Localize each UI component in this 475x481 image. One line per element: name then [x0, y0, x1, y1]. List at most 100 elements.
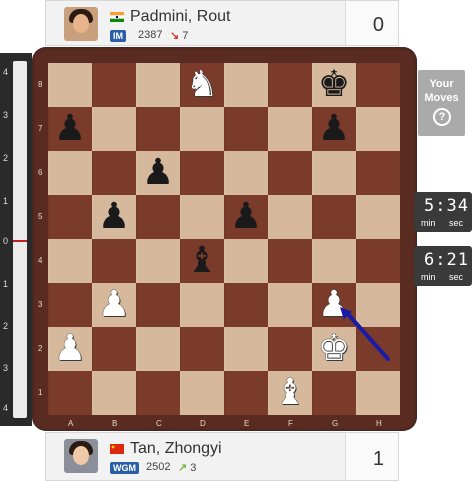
square-g6[interactable]	[312, 151, 356, 195]
top-player-name[interactable]: Padmini, Rout	[130, 8, 231, 26]
eval-label: 4	[3, 403, 9, 413]
square-b7[interactable]	[92, 107, 136, 151]
square-e6[interactable]	[224, 151, 268, 195]
rank-label: 2	[38, 344, 43, 353]
square-h7[interactable]	[356, 107, 400, 151]
square-b4[interactable]	[92, 239, 136, 283]
square-a5[interactable]	[48, 195, 92, 239]
square-f2[interactable]	[268, 327, 312, 371]
square-d2[interactable]	[180, 327, 224, 371]
clock-unit-sec: sec	[449, 272, 464, 282]
eval-label: 0	[3, 236, 9, 246]
square-d7[interactable]	[180, 107, 224, 151]
white-knight-icon[interactable]: ♞	[180, 63, 224, 107]
file-label: E	[244, 419, 250, 428]
white-pawn-icon[interactable]: ♟	[92, 283, 136, 327]
eval-label: 2	[3, 321, 9, 331]
top-player-rating-change: ↘ 7	[170, 30, 189, 42]
square-h4[interactable]	[356, 239, 400, 283]
square-c7[interactable]	[136, 107, 180, 151]
square-h6[interactable]	[356, 151, 400, 195]
square-h1[interactable]	[356, 371, 400, 415]
chess-board[interactable]: ♞ ♚ ♟ ♟ ♟ ♟ ♟ ♝ ♟ ♟ ♟ ♚ ♝	[48, 63, 400, 415]
square-h8[interactable]	[356, 63, 400, 107]
square-d1[interactable]	[180, 371, 224, 415]
rank-label: 8	[38, 80, 43, 89]
file-label: D	[200, 419, 206, 428]
bottom-player-title-badge: WGM	[110, 462, 139, 474]
bottom-player-clock: 6:21 min sec	[414, 246, 472, 286]
white-bishop-icon[interactable]: ♝	[268, 371, 312, 415]
square-c2[interactable]	[136, 327, 180, 371]
clock-unit-min: min	[421, 218, 436, 228]
file-label: B	[112, 419, 118, 428]
file-label: G	[332, 419, 339, 428]
top-player-clock: 5:34 min sec	[414, 192, 472, 232]
rank-label: 7	[38, 124, 43, 133]
your-moves-button[interactable]: Your Moves ?	[418, 70, 465, 136]
rank-label: 1	[38, 388, 43, 397]
square-f5[interactable]	[268, 195, 312, 239]
square-e7[interactable]	[224, 107, 268, 151]
bottom-player-rating-change: ↗ 3	[178, 462, 197, 474]
square-e3[interactable]	[224, 283, 268, 327]
square-c5[interactable]	[136, 195, 180, 239]
square-h2[interactable]	[356, 327, 400, 371]
square-g5[interactable]	[312, 195, 356, 239]
square-g1[interactable]	[312, 371, 356, 415]
eval-label: 1	[3, 279, 9, 289]
bottom-player-name[interactable]: Tan, Zhongyi	[130, 440, 222, 458]
eval-label: 1	[3, 196, 9, 206]
rank-label: 6	[38, 168, 43, 177]
square-a6[interactable]	[48, 151, 92, 195]
black-pawn-icon[interactable]: ♟	[224, 195, 268, 239]
square-f8[interactable]	[268, 63, 312, 107]
black-pawn-icon[interactable]: ♟	[136, 151, 180, 195]
square-a4[interactable]	[48, 239, 92, 283]
square-e1[interactable]	[224, 371, 268, 415]
bottom-player-rating: 2502	[146, 461, 171, 473]
rank-label: 4	[38, 256, 43, 265]
square-d5[interactable]	[180, 195, 224, 239]
square-c8[interactable]	[136, 63, 180, 107]
square-a8[interactable]	[48, 63, 92, 107]
square-f3[interactable]	[268, 283, 312, 327]
square-d6[interactable]	[180, 151, 224, 195]
square-e4[interactable]	[224, 239, 268, 283]
square-e8[interactable]	[224, 63, 268, 107]
clock-time: 5:34	[424, 196, 469, 216]
file-label: H	[376, 419, 382, 428]
square-f4[interactable]	[268, 239, 312, 283]
square-g4[interactable]	[312, 239, 356, 283]
square-c1[interactable]	[136, 371, 180, 415]
square-h3[interactable]	[356, 283, 400, 327]
bottom-player-avatar	[64, 439, 98, 473]
eval-label: 3	[3, 363, 9, 373]
white-king-icon[interactable]: ♚	[312, 327, 356, 371]
square-a3[interactable]	[48, 283, 92, 327]
square-e2[interactable]	[224, 327, 268, 371]
square-c3[interactable]	[136, 283, 180, 327]
square-b8[interactable]	[92, 63, 136, 107]
file-label: C	[156, 419, 162, 428]
black-pawn-icon[interactable]: ♟	[48, 107, 92, 151]
square-d3[interactable]	[180, 283, 224, 327]
square-c4[interactable]	[136, 239, 180, 283]
square-f6[interactable]	[268, 151, 312, 195]
black-bishop-icon[interactable]: ♝	[180, 239, 224, 283]
black-king-icon[interactable]: ♚	[312, 63, 356, 107]
square-h5[interactable]	[356, 195, 400, 239]
square-b1[interactable]	[92, 371, 136, 415]
square-b2[interactable]	[92, 327, 136, 371]
black-pawn-icon[interactable]: ♟	[312, 107, 356, 151]
white-pawn-icon[interactable]: ♟	[48, 327, 92, 371]
help-icon[interactable]: ?	[433, 108, 451, 126]
white-pawn-icon[interactable]: ♟	[312, 283, 356, 327]
eval-label: 4	[3, 67, 9, 77]
square-f7[interactable]	[268, 107, 312, 151]
square-a1[interactable]	[48, 371, 92, 415]
black-pawn-icon[interactable]: ♟	[92, 195, 136, 239]
eval-label: 2	[3, 153, 9, 163]
square-b6[interactable]	[92, 151, 136, 195]
top-player-avatar	[64, 7, 98, 41]
